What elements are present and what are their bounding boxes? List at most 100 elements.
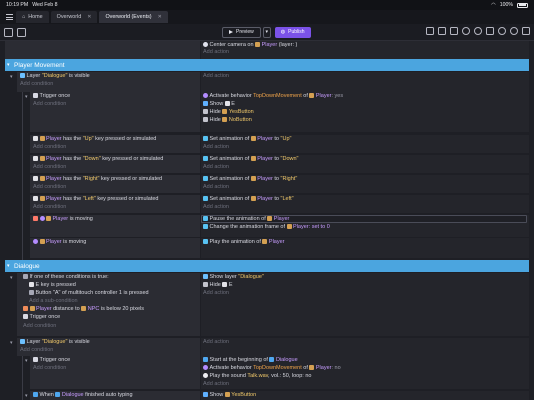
condition-block[interactable]: Player has the "Down" key pressed or sim… <box>30 155 200 173</box>
condition-block[interactable]: When Dialogue finished auto typing <box>30 391 200 400</box>
condition-e-key[interactable]: E key is pressed <box>29 281 76 290</box>
preview-options-button[interactable]: ▾ <box>262 26 271 38</box>
action-hide-no-button[interactable]: Hide NoButton <box>203 117 252 125</box>
add-action-link[interactable]: Add action <box>203 290 229 298</box>
action-block[interactable]: Center camera on Player (layer: ) Add ac… <box>201 41 529 59</box>
condition-trigger-once[interactable]: Trigger once <box>23 314 60 322</box>
condition-block[interactable]: Trigger once Add condition <box>30 356 200 389</box>
add-action-link[interactable]: Add action <box>203 144 229 152</box>
action-play-animation[interactable]: Play the animation of Player <box>203 238 285 247</box>
condition-distance[interactable]: Player distance to NPC is below 20 pixel… <box>23 306 144 314</box>
group-player-movement[interactable]: ▾ Player Movement <box>5 59 529 71</box>
tab-overworld[interactable]: Overworld ✕ <box>50 11 98 23</box>
action-block[interactable]: Set animation of Player to "Right" Add a… <box>201 175 529 193</box>
add-condition-link[interactable]: Add condition <box>20 81 53 89</box>
add-action-link[interactable]: Add action <box>203 339 229 347</box>
condition-block[interactable]: Player has the "Up" key pressed or simul… <box>30 135 200 153</box>
add-action-link[interactable]: Add action <box>203 204 229 212</box>
add-condition-link[interactable]: Add condition <box>33 204 66 212</box>
condition-block[interactable] <box>5 41 200 59</box>
add-subcondition-link[interactable]: Add a sub-condition <box>29 298 78 306</box>
action-activate-behavior[interactable]: Activate behavior TopDownMovement of Pla… <box>203 93 343 101</box>
action-set-animation-left[interactable]: Set animation of Player to "Left" <box>203 195 294 204</box>
preview-button[interactable]: Preview <box>222 26 261 38</box>
more-options-icon[interactable] <box>522 27 530 35</box>
tab-overworld-events[interactable]: Overworld (Events) ✕ <box>99 11 168 23</box>
close-icon[interactable]: ✕ <box>158 14 162 20</box>
undo-icon[interactable] <box>498 27 506 35</box>
add-group-icon[interactable] <box>462 27 470 35</box>
chevron-down-icon[interactable]: ▾ <box>7 263 10 269</box>
action-start-dialogue[interactable]: Start at the beginning of Dialogue <box>203 356 298 365</box>
add-action-link[interactable]: Add action <box>203 184 229 192</box>
add-comment-icon[interactable] <box>450 27 458 35</box>
action-block[interactable]: Add action <box>201 338 529 356</box>
action-change-frame[interactable]: Change the animation frame of Player: se… <box>203 224 330 232</box>
add-action-link[interactable]: Add action <box>203 73 229 81</box>
action-show-yes-button[interactable]: Show YesButton <box>203 391 256 400</box>
add-extension-icon[interactable] <box>474 27 482 35</box>
action-hide-e[interactable]: Hide E <box>203 281 233 290</box>
add-condition-link[interactable]: Add condition <box>33 101 66 109</box>
condition-block[interactable]: If one of these conditions is true: E ke… <box>17 273 200 336</box>
action-play-sound[interactable]: Play the sound Talk.wav, vol.: 50, loop:… <box>203 372 311 381</box>
add-condition-link[interactable]: Add condition <box>33 144 66 152</box>
action-block[interactable]: Start at the beginning of Dialogue Activ… <box>201 356 529 389</box>
chevron-down-icon[interactable]: ▾ <box>7 62 10 68</box>
condition-player-not-moving[interactable]: Player is moving <box>33 215 93 224</box>
redo-icon[interactable] <box>510 27 518 35</box>
condition-key-left[interactable]: Player has the "Left" key pressed or sim… <box>33 195 158 204</box>
condition-trigger-once[interactable]: Trigger once <box>33 356 70 365</box>
condition-button-pressed[interactable]: Button "A" of multitouch controller 1 is… <box>29 289 149 298</box>
condition-key-down[interactable]: Player has the "Down" key pressed or sim… <box>33 155 163 164</box>
group-dialogue[interactable]: ▾ Dialogue <box>5 260 529 272</box>
add-condition-link[interactable]: Add condition <box>33 164 66 172</box>
add-condition-link[interactable]: Add condition <box>20 347 53 355</box>
condition-block[interactable]: Player is moving <box>30 215 200 237</box>
chevron-down-icon[interactable]: ▾ <box>25 358 28 364</box>
condition-block[interactable]: Player has the "Right" key pressed or si… <box>30 175 200 193</box>
chevron-down-icon[interactable]: ▾ <box>10 74 13 80</box>
chevron-down-icon[interactable]: ▾ <box>25 94 28 100</box>
add-action-link[interactable]: Add action <box>203 381 229 389</box>
action-block[interactable]: Pause the animation of Player Change the… <box>201 215 529 237</box>
action-block[interactable]: Add action <box>201 72 529 92</box>
hamburger-menu-icon[interactable] <box>4 12 14 22</box>
condition-block[interactable]: Layer "Dialogue" is visible Add conditio… <box>17 338 200 356</box>
tab-home[interactable]: ⌂ Home <box>16 11 49 23</box>
action-set-animation-up[interactable]: Set animation of Player to "Up" <box>203 135 291 144</box>
action-hide-yes-button[interactable]: Hide YesButton <box>203 109 254 117</box>
publish-button[interactable]: ◍ Publish <box>274 26 311 38</box>
condition-block[interactable]: Layer "Dialogue" is visible Add conditio… <box>17 72 200 92</box>
close-icon[interactable]: ✕ <box>87 14 91 20</box>
action-block[interactable]: Set animation of Player to "Up" Add acti… <box>201 135 529 153</box>
condition-block[interactable]: Trigger once Add condition <box>30 92 200 132</box>
action-pause-animation[interactable]: Pause the animation of Player <box>203 215 289 224</box>
action-deactivate-behavior[interactable]: Activate behavior TopDownMovement of Pla… <box>203 364 341 373</box>
chevron-down-icon[interactable]: ▾ <box>10 275 13 281</box>
add-event-icon[interactable] <box>426 27 434 35</box>
condition-dialogue-finished[interactable]: When Dialogue finished auto typing <box>33 391 133 400</box>
action-block[interactable]: Activate behavior TopDownMovement of Pla… <box>201 92 529 132</box>
action-block[interactable]: Play the animation of Player <box>201 238 529 258</box>
add-condition-link[interactable]: Add condition <box>33 365 66 373</box>
project-manager-icon[interactable] <box>4 27 13 37</box>
condition-block[interactable]: Player is moving <box>30 238 200 258</box>
delete-icon[interactable] <box>486 27 494 35</box>
condition-key-up[interactable]: Player has the "Up" key pressed or simul… <box>33 135 156 144</box>
chevron-down-icon[interactable]: ▾ <box>10 340 13 346</box>
action-block[interactable]: Show YesButton <box>201 391 529 400</box>
action-set-animation-down[interactable]: Set animation of Player to "Down" <box>203 155 299 164</box>
action-block[interactable]: Set animation of Player to "Down" Add ac… <box>201 155 529 173</box>
condition-or[interactable]: If one of these conditions is true: <box>23 273 109 282</box>
add-condition-link[interactable]: Add condition <box>23 323 56 331</box>
chevron-down-icon[interactable]: ▾ <box>25 393 28 399</box>
action-block[interactable]: Set animation of Player to "Left" Add ac… <box>201 195 529 213</box>
condition-player-moving[interactable]: Player is moving <box>33 238 86 247</box>
condition-block[interactable]: Player has the "Left" key pressed or sim… <box>30 195 200 213</box>
action-show-layer[interactable]: Show layer "Dialogue" <box>203 273 264 282</box>
add-condition-link[interactable]: Add condition <box>33 184 66 192</box>
condition-key-right[interactable]: Player has the "Right" key pressed or si… <box>33 175 162 184</box>
add-action-link[interactable]: Add action <box>203 164 229 172</box>
add-action-link[interactable]: Add action <box>203 49 229 57</box>
